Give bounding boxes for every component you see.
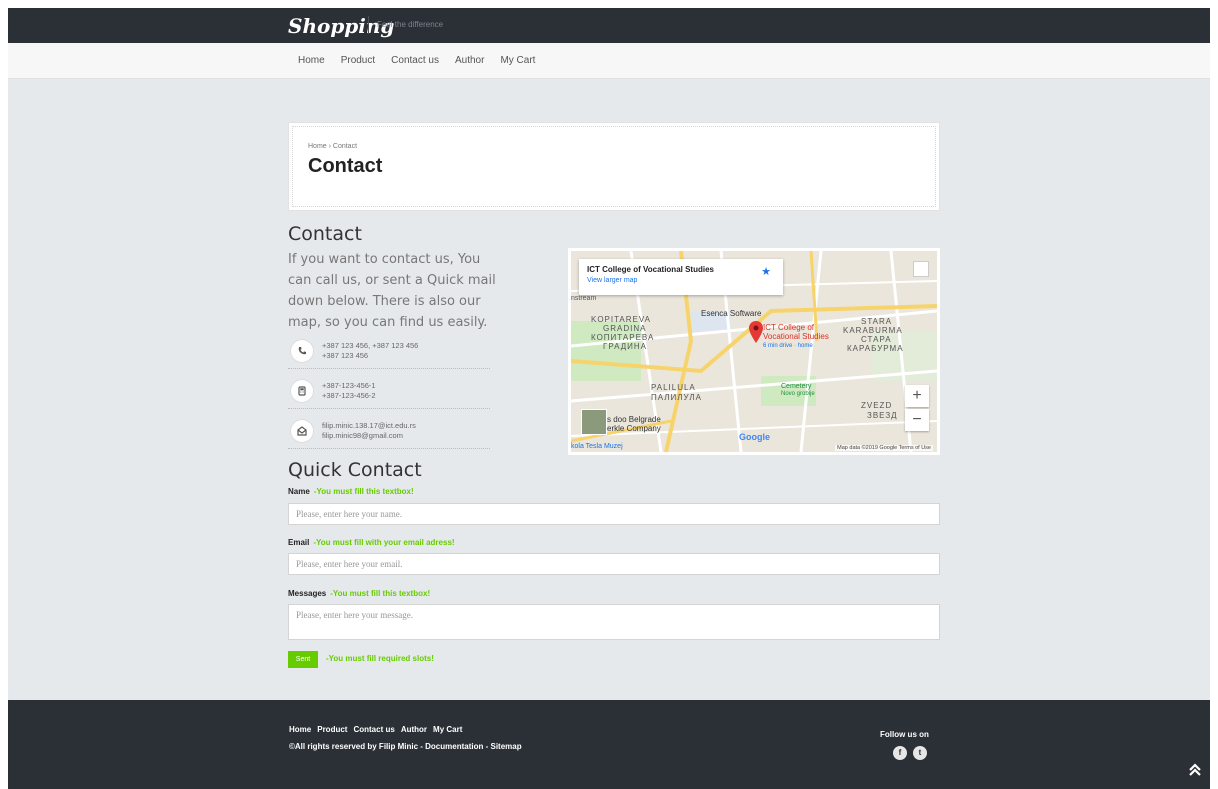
messages-textarea[interactable]: Please, enter here your message. — [288, 604, 940, 640]
map-district-karaburma-cy: КАРАБУРМА — [847, 344, 904, 353]
map-district-palilula-cy: ПАЛИЛУЛА — [651, 393, 702, 402]
name-label: Name -You must fill this textbox! — [288, 487, 414, 496]
map-district-zvezd-cy: ЗВЕЗД — [867, 411, 898, 420]
page: Shopping Feel the difference Home Produc… — [8, 8, 1210, 789]
map-district-kopitareva-cy: КОПИТАРЕВА — [591, 333, 655, 342]
twitter-icon[interactable]: t — [913, 746, 927, 760]
map-place-stream: nstream — [571, 295, 597, 302]
map-district-stara-cy: СТАРА — [861, 335, 892, 344]
facebook-icon[interactable]: f — [893, 746, 907, 760]
page-title-box: Home › Contact Contact — [288, 122, 940, 211]
email-input[interactable]: Please, enter here your email. — [288, 553, 940, 575]
breadcrumb[interactable]: Home › Contact — [308, 143, 920, 150]
map-info-card: ICT College of Vocational Studies View l… — [579, 259, 783, 295]
phone-row: +387 123 456, +387 123 456 +387 123 456 — [288, 333, 490, 369]
map-district-gradina: GRADINA — [603, 324, 647, 333]
site-tagline: Feel the difference — [368, 16, 443, 34]
map-district-palilula: PALILULA — [651, 383, 696, 392]
email-label-text: Email — [288, 538, 310, 547]
map-district-gradina-cy: ГРАДИНА — [603, 342, 648, 351]
messages-warning: -You must fill this textbox! — [330, 589, 431, 598]
view-larger-map-link[interactable]: View larger map — [587, 277, 775, 284]
contact-info-list: +387 123 456, +387 123 456 +387 123 456 … — [288, 333, 490, 453]
scroll-top-icon[interactable] — [1188, 763, 1202, 780]
footer-link-cart[interactable]: My Cart — [433, 725, 462, 734]
fax-line-2: +387-123-456-2 — [322, 390, 376, 400]
map-place-erkle: erkle Company — [607, 424, 661, 433]
google-logo: Google — [739, 432, 770, 442]
site-footer: Home Product Contact us Author My Cart ©… — [8, 700, 1210, 789]
name-label-text: Name — [288, 487, 310, 496]
nav-cart[interactable]: My Cart — [500, 55, 535, 66]
google-map[interactable]: ICT College of Vocational Studies View l… — [568, 248, 940, 455]
send-warning: -You must fill required slots! — [326, 654, 434, 663]
map-district-stara: STARA — [861, 317, 893, 326]
name-input[interactable]: Please, enter here your name. — [288, 503, 940, 525]
map-district-karaburma: KARABURMA — [843, 326, 903, 335]
fax-icon — [291, 379, 313, 402]
map-footer[interactable]: Map data ©2019 Google Terms of Use — [835, 445, 933, 451]
map-place-sdoo: s doo Belgrade — [607, 415, 661, 424]
email-line-2[interactable]: filip.minic98@gmail.com — [322, 431, 416, 441]
footer-link-contact[interactable]: Contact us — [353, 725, 394, 734]
phone-icon — [291, 339, 313, 362]
footer-link-author[interactable]: Author — [401, 725, 427, 734]
nav-product[interactable]: Product — [341, 55, 375, 66]
contact-heading: Contact — [288, 223, 362, 245]
zoom-in-button[interactable]: + — [905, 385, 929, 407]
map-card-title: ICT College of Vocational Studies — [587, 265, 714, 274]
contact-description: If you want to contact us, You can call … — [288, 252, 496, 330]
email-line-1[interactable]: filip.minic.138.17@ict.edu.rs — [322, 421, 416, 431]
footer-link-product[interactable]: Product — [317, 725, 347, 734]
nav-contact[interactable]: Contact us — [391, 55, 439, 66]
messages-label-text: Messages — [288, 589, 327, 598]
nav-author[interactable]: Author — [455, 55, 484, 66]
map-pin-label: ICT College of Vocational Studies — [763, 323, 829, 341]
messages-label: Messages -You must fill this textbox! — [288, 589, 430, 598]
map-district-zvezd: ZVEZD — [861, 401, 893, 410]
fax-line-1: +387-123-456-1 — [322, 380, 376, 390]
save-star-icon[interactable]: ★ — [761, 265, 771, 278]
footer-link-home[interactable]: Home — [289, 725, 311, 734]
map-place-esenca: Esenca Software — [701, 309, 762, 318]
main-nav: Home Product Contact us Author My Cart — [8, 43, 1210, 79]
page-title: Contact — [308, 155, 383, 177]
email-warning: -You must fill with your email adress! — [313, 538, 455, 547]
map-place-novo: Novo groblje — [781, 391, 815, 397]
top-bar: Shopping Feel the difference — [8, 8, 1210, 43]
fullscreen-button[interactable] — [913, 261, 929, 277]
map-place-cemetery: Cemetery — [781, 383, 812, 390]
phone-line-2: +387 123 456 — [322, 350, 369, 360]
map-pin-sub: 6 min drive · home — [763, 343, 813, 349]
footer-copyright: ©All rights reserved by Filip Minic - Do… — [289, 742, 522, 751]
street-view-thumbnail[interactable] — [581, 409, 607, 435]
map-district-kopitareva: KOPITAREVA — [591, 315, 651, 324]
nav-home[interactable]: Home — [298, 55, 325, 66]
name-warning: -You must fill this textbox! — [313, 487, 414, 496]
email-row: filip.minic.138.17@ict.edu.rs filip.mini… — [288, 413, 490, 449]
send-button[interactable]: Sent — [288, 651, 318, 668]
zoom-out-button[interactable]: − — [905, 409, 929, 431]
follow-us-label: Follow us on — [880, 730, 929, 739]
phone-line-1: +387 123 456, +387 123 456 — [322, 340, 419, 350]
quick-contact-heading: Quick Contact — [288, 459, 422, 481]
fax-row: +387-123-456-1 +387-123-456-2 — [288, 373, 490, 409]
mail-icon — [291, 419, 313, 442]
email-label: Email -You must fill with your email adre… — [288, 538, 455, 547]
map-place-tesla: kola Tesla Muzej — [571, 443, 623, 450]
